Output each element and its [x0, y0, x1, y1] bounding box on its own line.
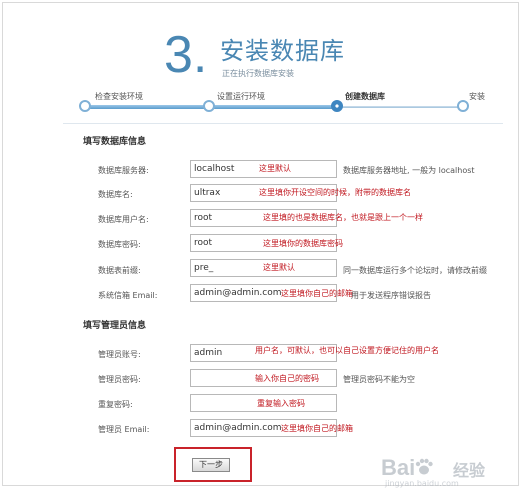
db-section-title: 填写数据库信息 — [83, 137, 147, 147]
db-password-label: 数据库密码: — [98, 240, 141, 249]
watermark-text: 经验 — [453, 461, 486, 480]
page-title: 安装数据库 — [220, 37, 345, 65]
installer-frame: 3. 安装数据库 正在执行数据库安装 检查安装环境 设置运行环境 创建数据库 安… — [2, 2, 519, 488]
admin-password-label: 管理员密码: — [98, 375, 141, 384]
baidu-jingyan-watermark: Bai 经验 jingyan.baidu.com — [381, 455, 511, 488]
next-button[interactable]: 下一步 — [192, 458, 230, 472]
admin-password-help: 管理员密码不能为空 — [343, 375, 415, 384]
db-user-label: 数据库用户名: — [98, 215, 149, 224]
progress-dot-3 — [331, 100, 343, 112]
db-name-note: 这里填你开设空间的时候，附带的数据库名 — [259, 188, 411, 197]
db-host-help: 数据库服务器地址, 一般为 localhost — [343, 166, 475, 175]
progress-step-1-label: 检查安装环境 — [95, 92, 143, 101]
db-host-label: 数据库服务器: — [98, 166, 149, 175]
page-subtitle: 正在执行数据库安装 — [222, 69, 294, 78]
sys-email-note: 这里填你自己的邮箱 — [281, 289, 353, 298]
admin-email-note: 这里填你自己的邮箱 — [281, 424, 353, 433]
db-password-note: 这里填你的数据库密码 — [263, 239, 343, 248]
admin-user-label: 管理员账号: — [98, 350, 141, 359]
progress-dot-4 — [457, 100, 469, 112]
admin-password-note: 输入你自己的密码 — [255, 374, 319, 383]
watermark-logo-text: Bai — [381, 455, 416, 480]
watermark-url: jingyan.baidu.com — [385, 479, 459, 488]
admin-user-note: 用户名，可默认，也可以自己设置方便记住的用户名 — [255, 346, 439, 355]
progress-step-3-label: 创建数据库 — [345, 92, 385, 101]
progress-step-4-label: 安装 — [469, 92, 485, 101]
db-prefix-help: 同一数据库运行多个论坛时，请修改前缀 — [343, 266, 487, 275]
db-user-note: 这里填的也是数据库名，也就是跟上一个一样 — [263, 213, 423, 222]
admin-repeat-password-note: 重复输入密码 — [257, 399, 305, 408]
progress-dot-2 — [203, 100, 215, 112]
sys-email-help: 用于发送程序错误报告 — [351, 291, 431, 300]
db-host-note: 这里默认 — [259, 164, 291, 173]
admin-repeat-password-label: 重复密码: — [98, 400, 133, 409]
db-prefix-label: 数据表前缀: — [98, 266, 141, 275]
db-prefix-note: 这里默认 — [263, 263, 295, 272]
admin-email-label: 管理员 Email: — [98, 425, 150, 434]
step-number: 3. — [164, 26, 208, 84]
progress-step-2-label: 设置运行环境 — [217, 92, 265, 101]
progress-dot-1 — [79, 100, 91, 112]
db-name-label: 数据库名: — [98, 190, 133, 199]
admin-section-title: 填写管理员信息 — [83, 321, 147, 331]
sys-email-label: 系统信箱 Email: — [98, 291, 158, 300]
header-divider — [63, 123, 503, 124]
